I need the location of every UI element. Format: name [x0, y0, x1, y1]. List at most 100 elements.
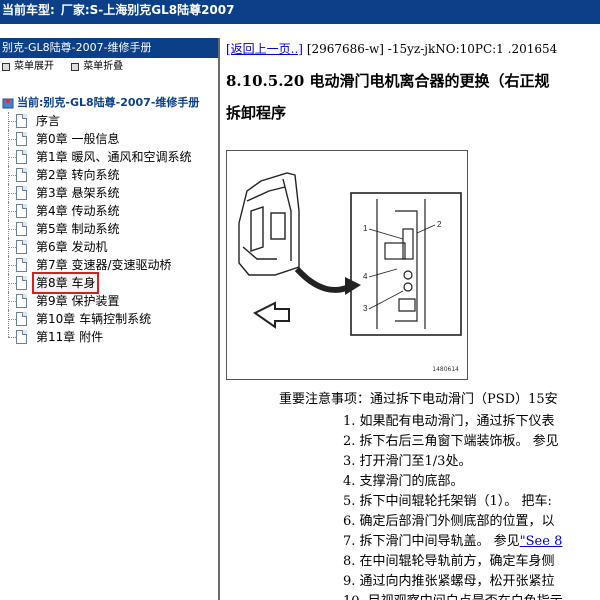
callout-1: 1: [363, 224, 368, 233]
tree-item[interactable]: 第0章 一般信息: [0, 130, 220, 148]
doc-nav-line: [返回上一页..] [2967686-w] -15yz-jkNO:10PC:1 …: [226, 40, 557, 57]
procedure-step: 8. 在中间辊轮导轨前方，确定车身侧: [343, 552, 563, 572]
tree-item-label: 第4章 传动系统: [36, 204, 120, 218]
document-icon: [16, 294, 27, 308]
page-title: 8.10.5.20 电动滑门电机离合器的更换（右正规: [226, 72, 550, 90]
expand-icon: [2, 63, 10, 71]
procedure-steps: 1. 如果配有电动滑门，通过拆下仪表 2. 拆下右后三角窗下端装饰板。 参见 3. …: [343, 412, 563, 600]
procedure-step: 9. 通过向内推张紧螺母，松开张紧拉: [343, 572, 563, 592]
tree-item[interactable]: 第3章 悬架系统: [0, 184, 220, 202]
expand-menu-label: 菜单展开: [14, 61, 54, 72]
callout-2: 2: [437, 220, 442, 229]
current-model-label: 当前车型:: [2, 3, 55, 17]
document-icon: [16, 132, 27, 146]
document-icon: [16, 330, 27, 344]
step-text: 6. 确定后部滑门外侧底部的位置，以: [343, 514, 555, 529]
tree-connector: [8, 211, 16, 212]
tree-item-label: 序言: [36, 114, 61, 128]
content-panel: [返回上一页..] [2967686-w] -15yz-jkNO:10PC:1 …: [223, 38, 600, 600]
figure-code: 1480614: [432, 366, 459, 373]
step-text: 9. 通过向内推张紧螺母，松开张紧拉: [343, 574, 555, 589]
tree-item[interactable]: 第1章 暖风、通风和空调系统: [0, 148, 220, 166]
toc-tree: 当前:别克-GL8陆尊-2007-维修手册 序言第0章 一般信息第1章 暖风、通…: [0, 94, 220, 346]
doc-info: [2967686-w] -15yz-jkNO:10PC:1 .201654: [303, 42, 558, 56]
tree-item-label: 第5章 制动系统: [36, 222, 120, 236]
tree-item[interactable]: 第11章 附件: [0, 328, 220, 346]
tree-connector: [8, 328, 9, 337]
step-reference-link[interactable]: "See 8: [520, 534, 563, 549]
tree-connector: [8, 121, 16, 122]
callout-4: 4: [363, 272, 368, 281]
procedure-step: 7. 拆下滑门中间导轨盖。 参见"See 8: [343, 532, 563, 552]
document-icon: [16, 276, 27, 290]
tree-item[interactable]: 第2章 转向系统: [0, 166, 220, 184]
step-text: 4. 支撑滑门的底部。: [343, 474, 464, 489]
collapse-menu-button[interactable]: 菜单折叠: [71, 58, 123, 76]
tree-connector: [8, 283, 16, 284]
tree-item-label: 第10章 车辆控制系统: [36, 312, 152, 326]
important-notice: 重要注意事项：通过拆下电动滑门（PSD）15安: [279, 392, 558, 407]
tree-item[interactable]: 第8章 车身: [0, 272, 220, 294]
tree-item[interactable]: 第9章 保护装置: [0, 292, 220, 310]
tree-item-label: 第0章 一般信息: [36, 132, 120, 146]
step-text: 2. 拆下右后三角窗下端装饰板。 参见: [343, 434, 559, 449]
document-icon: [16, 114, 27, 128]
document-icon: [16, 204, 27, 218]
tree-item[interactable]: 第7章 变速器/变速驱动桥: [0, 256, 220, 274]
document-icon: [16, 222, 27, 236]
tree-item[interactable]: 第10章 车辆控制系统: [0, 310, 220, 328]
procedure-step: 5. 拆下中间辊轮托架销（1）。 把车:: [343, 492, 563, 512]
procedure-step: 3. 打开滑门至1/3处。: [343, 452, 563, 472]
callout-3: 3: [363, 304, 368, 313]
document-icon: [16, 168, 27, 182]
tree-connector: [8, 319, 16, 320]
procedure-step: 1. 如果配有电动滑门，通过拆下仪表: [343, 412, 563, 432]
tree-item[interactable]: 第5章 制动系统: [0, 220, 220, 238]
step-text: 3. 打开滑门至1/3处。: [343, 454, 472, 469]
document-icon: [16, 240, 27, 254]
back-link[interactable]: [返回上一页..]: [226, 42, 303, 56]
tree-item[interactable]: 序言: [0, 112, 220, 130]
step-text: 8. 在中间辊轮导轨前方，确定车身侧: [343, 554, 555, 569]
step-text: 10. 目视观察中间白点是否在白色指示: [343, 594, 563, 600]
step-text: 1. 如果配有电动滑门，通过拆下仪表: [343, 414, 555, 429]
procedure-step: 4. 支撑滑门的底部。: [343, 472, 563, 492]
tree-connector: [8, 247, 16, 248]
procedure-step: 6. 确定后部滑门外侧底部的位置，以: [343, 512, 563, 532]
tree-connector: [8, 301, 16, 302]
document-icon: [16, 312, 27, 326]
current-model-value: 厂家:S-上海别克GL8陆尊2007: [60, 3, 235, 17]
tree-connector: [8, 193, 16, 194]
expand-menu-button[interactable]: 菜单展开: [2, 58, 54, 76]
tree-item-label: 第3章 悬架系统: [36, 186, 120, 200]
step-text: 7. 拆下滑门中间导轨盖。 参见: [343, 534, 520, 549]
tree-root[interactable]: 当前:别克-GL8陆尊-2007-维修手册: [0, 94, 220, 112]
current-model-bar: 当前车型: 厂家:S-上海别克GL8陆尊2007: [0, 0, 600, 24]
procedure-figure: 1 2 3 4 1480614: [226, 150, 468, 380]
tree-item-label: 第9章 保护装置: [36, 294, 120, 308]
toc-title: 别克-GL8陆尊-2007-维修手册: [0, 38, 218, 58]
document-icon: [16, 150, 27, 164]
tree-item-label: 第8章 车身: [31, 272, 100, 294]
tree-connector: [8, 157, 16, 158]
procedure-step: 10. 目视观察中间白点是否在白色指示: [343, 592, 563, 600]
tree-item-label: 第11章 附件: [36, 330, 104, 344]
tree-connector: [8, 265, 16, 266]
tree-connector: [8, 337, 16, 338]
document-icon: [16, 258, 27, 272]
collapse-menu-label: 菜单折叠: [83, 61, 124, 72]
tree-item[interactable]: 第6章 发动机: [0, 238, 220, 256]
collapse-icon: [71, 63, 80, 71]
tree-item-label: 第7章 变速器/变速驱动桥: [36, 258, 172, 272]
tree-item[interactable]: 第4章 传动系统: [0, 202, 220, 220]
door-motor-illustration: 1 2 3 4: [238, 172, 462, 336]
tree-item-label: 第1章 暖风、通风和空调系统: [36, 150, 192, 164]
section-subheading: 拆卸程序: [226, 104, 287, 122]
tree-connector: [8, 139, 16, 140]
document-icon: [16, 186, 27, 200]
tree-item-label: 第6章 发动机: [36, 240, 108, 254]
toc-toolbar: 菜单展开 菜单折叠: [0, 58, 218, 76]
tree-item-label: 第2章 转向系统: [36, 168, 120, 182]
step-text: 5. 拆下中间辊轮托架销（1）。 把车:: [343, 494, 552, 509]
tree-connector: [8, 229, 16, 230]
